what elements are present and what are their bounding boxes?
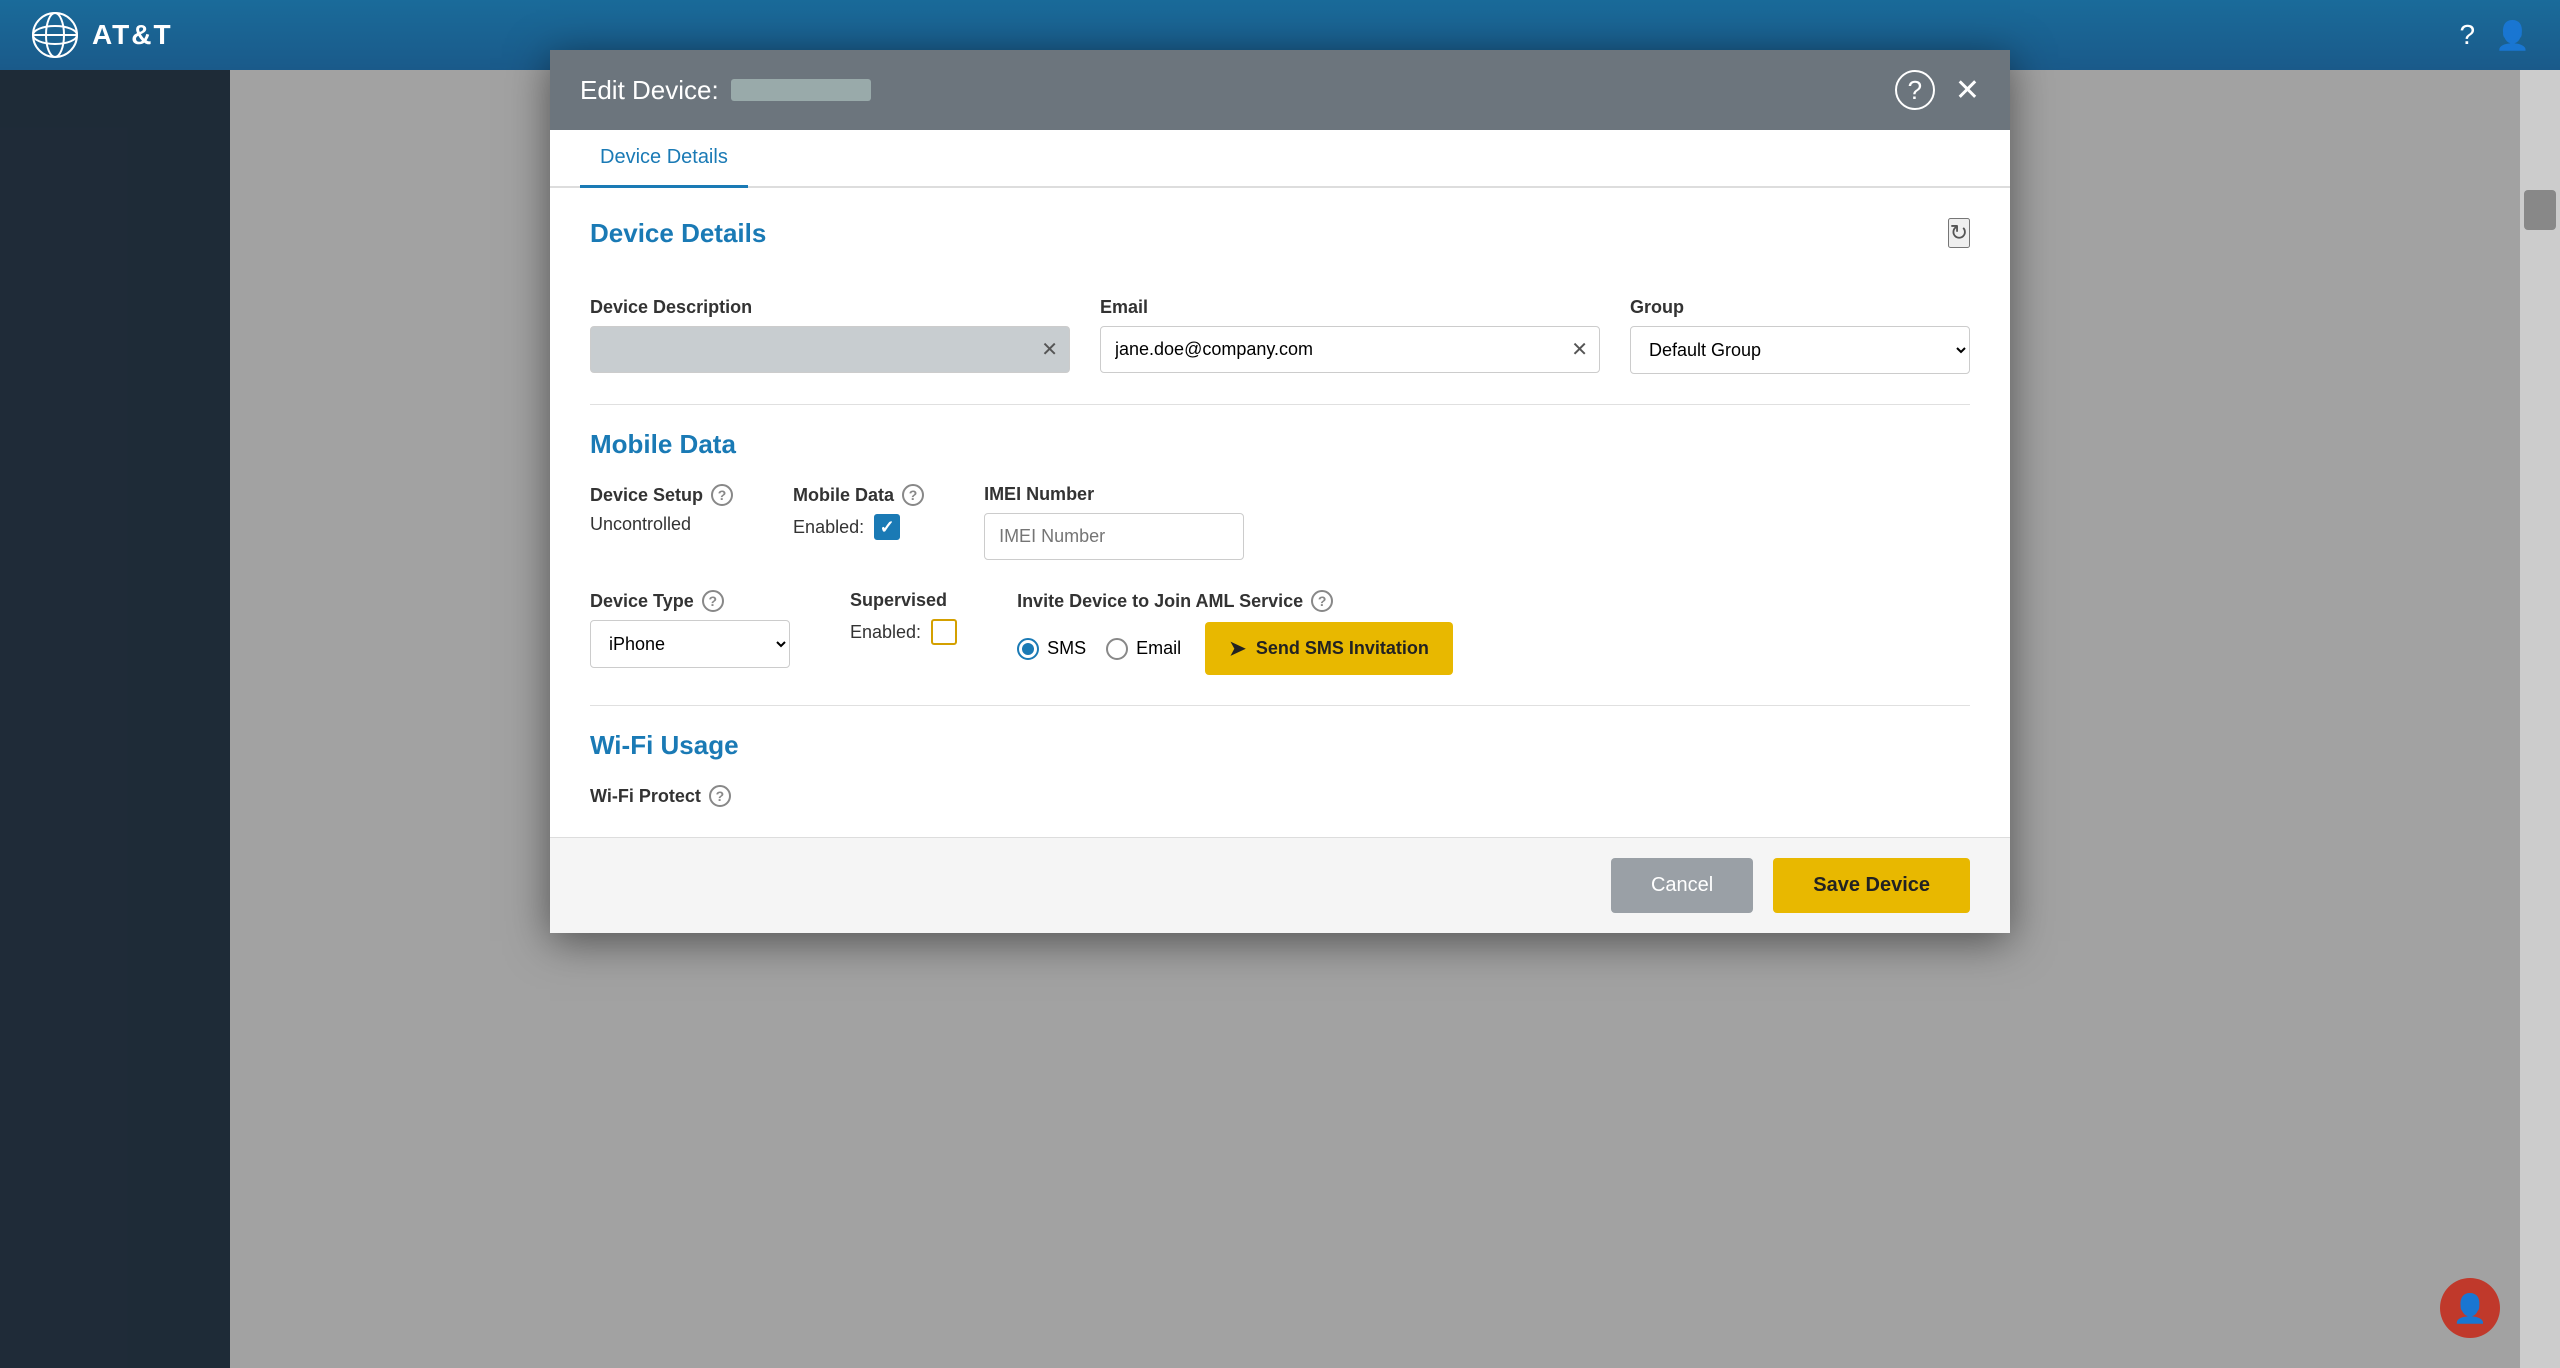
email-label: Email (1100, 297, 1600, 318)
device-description-input-wrapper: ✕ (590, 326, 1070, 373)
supervised-group: Supervised Enabled: (850, 590, 957, 645)
modal-header-actions: ? ✕ (1895, 70, 1980, 110)
mobile-data-title: Mobile Data (590, 429, 1970, 460)
device-setup-label-row: Device Setup ? (590, 484, 733, 506)
device-description-clear-btn[interactable]: ✕ (1041, 337, 1058, 362)
email-input-wrapper: ✕ (1100, 326, 1600, 373)
header-user-button[interactable]: 👤 (2495, 19, 2530, 52)
mobile-data-label: Mobile Data (793, 485, 894, 506)
aml-sms-option[interactable]: SMS (1017, 638, 1086, 660)
supervised-label: Supervised (850, 590, 947, 611)
scrollbar-thumb[interactable] (2524, 190, 2556, 230)
att-logo: AT&T (30, 10, 173, 60)
modal-help-button[interactable]: ? (1895, 70, 1935, 110)
aml-radio-row: SMS Email (1017, 638, 1181, 660)
aml-section: Invite Device to Join AML Service ? SMS … (1017, 590, 1453, 675)
aml-label-row: Invite Device to Join AML Service ? (1017, 590, 1453, 612)
mobile-data-enabled-group: Mobile Data ? Enabled: (793, 484, 924, 540)
supervised-checkbox[interactable] (931, 619, 957, 645)
section-divider-2 (590, 705, 1970, 706)
group-select[interactable]: Default Group Group A Group B (1630, 326, 1970, 374)
mobile-data-enabled-label: Enabled: (793, 517, 864, 538)
header-icons: ? 👤 (2460, 19, 2530, 52)
aml-label: Invite Device to Join AML Service (1017, 591, 1303, 612)
device-type-help-icon[interactable]: ? (702, 590, 724, 612)
send-sms-button[interactable]: ➤ Send SMS Invitation (1205, 622, 1453, 675)
mobile-data-help-icon[interactable]: ? (902, 484, 924, 506)
imei-group: IMEI Number (984, 484, 1244, 560)
aml-email-option[interactable]: Email (1106, 638, 1181, 660)
scrollbar[interactable] (2520, 70, 2560, 1368)
modal-body: Device Details ↻ Device Description ✕ Em… (550, 188, 2010, 837)
modal-title-redacted (731, 79, 871, 101)
device-details-title: Device Details (590, 218, 766, 249)
aml-help-icon[interactable]: ? (1311, 590, 1333, 612)
edit-device-modal: Edit Device: ? ✕ Device Details Device D… (550, 50, 2010, 933)
wifi-title: Wi-Fi Usage (590, 730, 1970, 761)
send-sms-label: Send SMS Invitation (1256, 638, 1429, 659)
device-type-label-row: Device Type ? (590, 590, 790, 612)
mobile-data-checkbox[interactable] (874, 514, 900, 540)
device-type-label: Device Type (590, 591, 694, 612)
mobile-data-enabled-row: Enabled: (793, 514, 924, 540)
header-help-button[interactable]: ? (2460, 19, 2476, 51)
att-logo-text: AT&T (92, 19, 173, 51)
aml-email-label: Email (1136, 638, 1181, 659)
wifi-protect-label-row: Wi-Fi Protect ? (590, 785, 1970, 807)
wifi-section: Wi-Fi Usage Wi-Fi Protect ? (590, 730, 1970, 807)
modal-close-button[interactable]: ✕ (1955, 73, 1980, 108)
device-type-select[interactable]: iPhone Android iPad Other (590, 620, 790, 668)
modal-footer: Cancel Save Device (550, 837, 2010, 933)
supervised-enabled-row: Enabled: (850, 619, 957, 645)
save-device-button[interactable]: Save Device (1773, 858, 1970, 913)
device-description-input[interactable] (590, 326, 1070, 373)
mobile-data-label-row: Mobile Data ? (793, 484, 924, 506)
section-divider-1 (590, 404, 1970, 405)
modal-title: Edit Device: (580, 75, 871, 106)
email-input[interactable] (1100, 326, 1600, 373)
supervised-enabled-label: Enabled: (850, 622, 921, 643)
group-label: Group (1630, 297, 1970, 318)
modal-title-text: Edit Device: (580, 75, 719, 106)
refresh-button[interactable]: ↻ (1948, 218, 1970, 248)
device-description-label: Device Description (590, 297, 1070, 318)
group-group: Group Default Group Group A Group B (1630, 297, 1970, 374)
aml-sms-label: SMS (1047, 638, 1086, 659)
aml-sms-radio[interactable] (1017, 638, 1039, 660)
imei-input[interactable] (984, 513, 1244, 560)
modal-tabs: Device Details (550, 130, 2010, 188)
mobile-data-row-1: Device Setup ? Uncontrolled Mobile Data … (590, 484, 1970, 560)
device-details-header-row: Device Details ↻ (590, 218, 1970, 273)
device-setup-value: Uncontrolled (590, 514, 733, 535)
modal-header: Edit Device: ? ✕ (550, 50, 2010, 130)
device-type-row: Device Type ? iPhone Android iPad Other … (590, 590, 1970, 675)
device-type-group: Device Type ? iPhone Android iPad Other (590, 590, 790, 668)
device-setup-label: Device Setup (590, 485, 703, 506)
chat-avatar[interactable]: 👤 (2440, 1278, 2500, 1338)
supervised-label-row: Supervised (850, 590, 957, 611)
device-setup-help-icon[interactable]: ? (711, 484, 733, 506)
att-logo-icon (30, 10, 80, 60)
chat-avatar-icon: 👤 (2453, 1292, 2488, 1325)
device-setup-group: Device Setup ? Uncontrolled (590, 484, 733, 535)
aml-email-radio[interactable] (1106, 638, 1128, 660)
tab-device-details[interactable]: Device Details (580, 130, 748, 188)
device-details-form-row: Device Description ✕ Email ✕ Group Defau… (590, 297, 1970, 374)
wifi-protect-help-icon[interactable]: ? (709, 785, 731, 807)
email-clear-btn[interactable]: ✕ (1571, 337, 1588, 362)
cancel-button[interactable]: Cancel (1611, 858, 1753, 913)
aml-controls-row: SMS Email ➤ Send SMS Invitation (1017, 622, 1453, 675)
imei-label: IMEI Number (984, 484, 1244, 505)
email-group: Email ✕ (1100, 297, 1600, 374)
send-icon: ➤ (1229, 636, 1246, 661)
wifi-protect-label: Wi-Fi Protect (590, 786, 701, 807)
device-description-group: Device Description ✕ (590, 297, 1070, 374)
